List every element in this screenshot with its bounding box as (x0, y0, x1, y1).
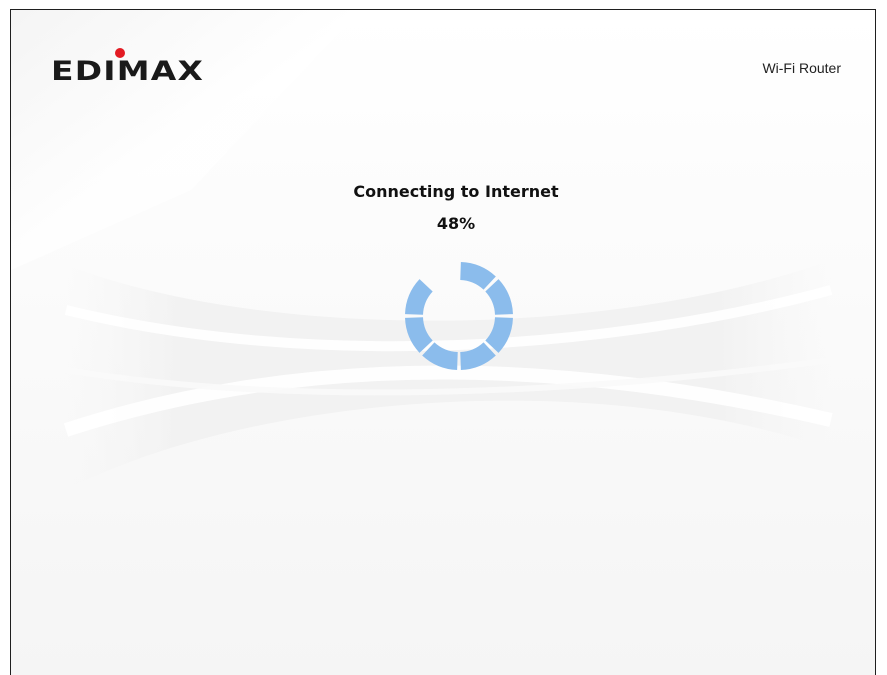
spinner-segment (460, 262, 496, 290)
spinner-segment (460, 342, 496, 370)
progress-percent: 48% (436, 214, 476, 233)
setup-window: EDIMAX Wi-Fi Router Connecting to Intern… (10, 9, 876, 675)
logo-wordmark: EDIMAX (51, 56, 205, 87)
spinner-segment (485, 317, 513, 353)
spinner-segment (405, 317, 433, 353)
status-title: Connecting to Internet (353, 182, 559, 201)
product-name: Wi-Fi Router (762, 60, 841, 76)
edimax-logo: EDIMAX (51, 48, 226, 90)
loading-ring-icon (405, 262, 513, 370)
spinner-segment (405, 279, 433, 315)
logo-red-dot (115, 48, 125, 58)
spinner-segment (422, 342, 458, 370)
spinner-segment (485, 279, 513, 315)
